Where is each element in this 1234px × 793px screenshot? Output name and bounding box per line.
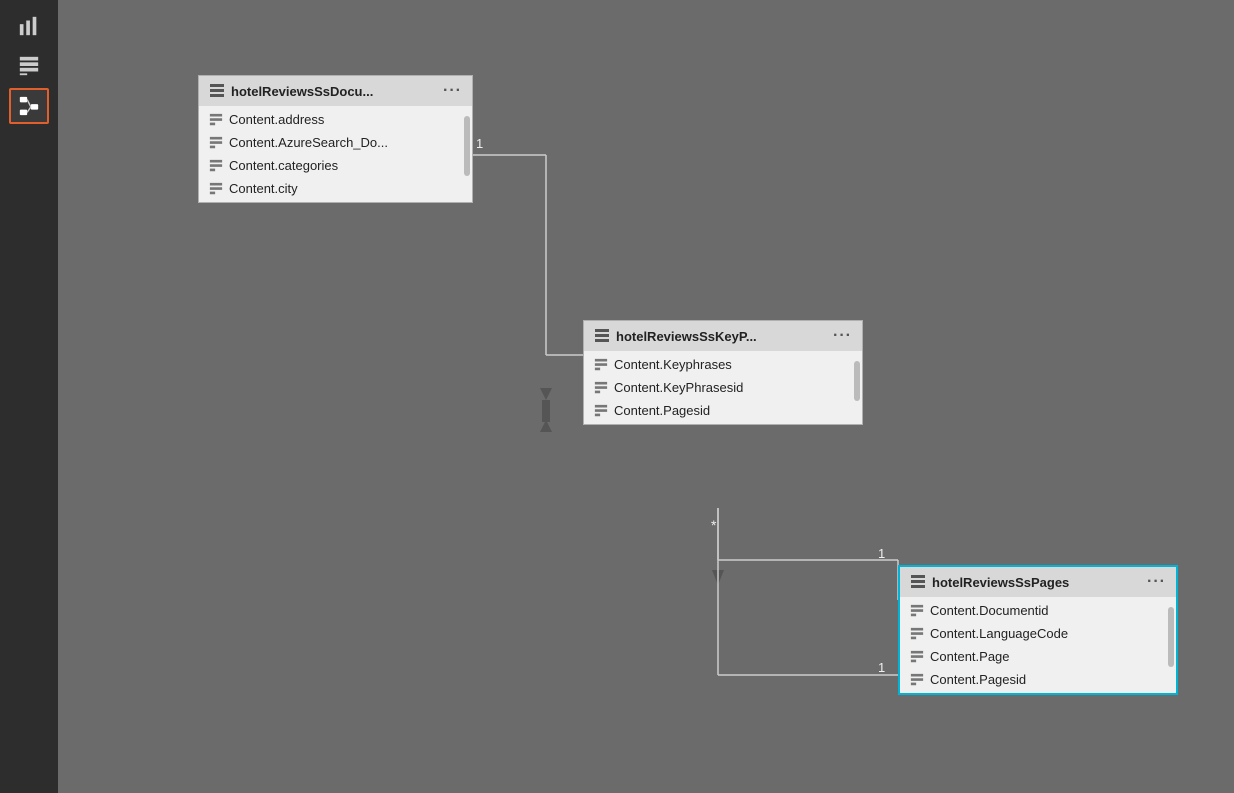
table-icon-key [594, 328, 610, 344]
field-icon [594, 404, 608, 418]
table-menu-doc[interactable]: ··· [443, 82, 462, 100]
table-body-doc: Content.address Content.AzureSearch_Do..… [199, 106, 472, 202]
table-header-key: hotelReviewsSsKeyP... ··· [584, 321, 862, 351]
field-icon [209, 182, 223, 196]
field-name: Content.AzureSearch_Do... [229, 135, 388, 150]
table-body-key: Content.Keyphrases Content.KeyPhrasesid … [584, 351, 862, 424]
table-hotelreviews-key[interactable]: hotelReviewsSsKeyP... ··· Content.Keyphr… [583, 320, 863, 425]
table-row[interactable]: Content.KeyPhrasesid [584, 376, 862, 399]
table-menu-key[interactable]: ··· [833, 327, 852, 345]
table-row[interactable]: Content.LanguageCode [900, 622, 1176, 645]
table-icon-pages [910, 574, 926, 590]
table-row[interactable]: Content.Documentid [900, 599, 1176, 622]
relationships-icon[interactable] [9, 88, 49, 124]
table-row[interactable]: Content.categories [199, 154, 472, 177]
sidebar [0, 0, 58, 793]
field-icon [209, 136, 223, 150]
scrollbar[interactable] [854, 361, 860, 401]
scrollbar[interactable] [464, 116, 470, 176]
field-name: Content.LanguageCode [930, 626, 1068, 641]
svg-text:1: 1 [878, 546, 885, 561]
svg-text:1: 1 [476, 136, 483, 151]
field-name: Content.address [229, 112, 324, 127]
field-icon [594, 381, 608, 395]
field-icon [209, 113, 223, 127]
field-icon [910, 627, 924, 641]
field-icon [910, 650, 924, 664]
table-row[interactable]: Content.Keyphrases [584, 353, 862, 376]
field-name: Content.Pagesid [930, 672, 1026, 687]
field-name: Content.KeyPhrasesid [614, 380, 743, 395]
table-header-pages: hotelReviewsSsPages ··· [900, 567, 1176, 597]
table-title-pages: hotelReviewsSsPages [932, 575, 1069, 590]
field-name: Content.categories [229, 158, 338, 173]
table-hotelreviews-doc[interactable]: hotelReviewsSsDocu... ··· Content.addres… [198, 75, 473, 203]
diagram-canvas: 1 * 1 1 hotelReviewsSsDocu... ··· [58, 0, 1234, 793]
scrollbar[interactable] [1168, 607, 1174, 667]
table-row[interactable]: Content.Pagesid [584, 399, 862, 422]
table-title-key: hotelReviewsSsKeyP... [616, 329, 757, 344]
field-icon [910, 604, 924, 618]
table-header-doc: hotelReviewsSsDocu... ··· [199, 76, 472, 106]
table-body-pages: Content.Documentid Content.LanguageCode … [900, 597, 1176, 693]
field-name: Content.Documentid [930, 603, 1049, 618]
svg-text:*: * [711, 517, 717, 533]
field-name: Content.Pagesid [614, 403, 710, 418]
table-hotelreviews-pages[interactable]: hotelReviewsSsPages ··· Content.Document… [898, 565, 1178, 695]
field-icon [594, 358, 608, 372]
field-icon [910, 673, 924, 687]
field-name: Content.Page [930, 649, 1010, 664]
field-name: Content.Keyphrases [614, 357, 732, 372]
svg-text:1: 1 [878, 660, 885, 675]
bar-chart-icon[interactable] [9, 8, 49, 44]
table-row[interactable]: Content.city [199, 177, 472, 200]
table-row[interactable]: Content.Page [900, 645, 1176, 668]
table-row[interactable]: Content.address [199, 108, 472, 131]
table-row[interactable]: Content.AzureSearch_Do... [199, 131, 472, 154]
field-icon [209, 159, 223, 173]
table-icon-doc [209, 83, 225, 99]
field-name: Content.city [229, 181, 298, 196]
table-row[interactable]: Content.Pagesid [900, 668, 1176, 691]
table-icon[interactable] [9, 48, 49, 84]
table-menu-pages[interactable]: ··· [1147, 573, 1166, 591]
table-title-doc: hotelReviewsSsDocu... [231, 84, 373, 99]
